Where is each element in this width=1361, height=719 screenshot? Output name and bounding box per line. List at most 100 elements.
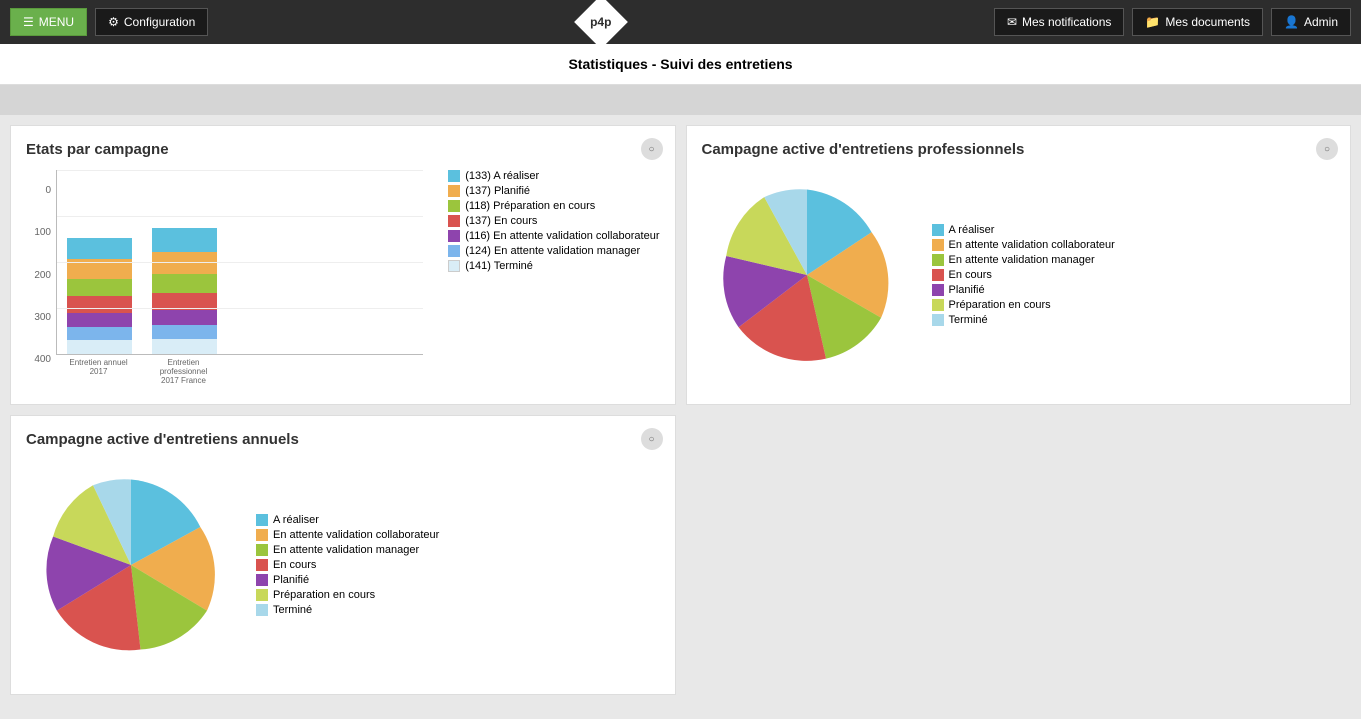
pro-legend-color-attente-mgr bbox=[932, 254, 944, 266]
bar-chart-icon[interactable]: ○ bbox=[641, 138, 663, 160]
legend-color-prep bbox=[448, 200, 460, 212]
documents-icon bbox=[1145, 15, 1160, 29]
bar-segment-prep-1 bbox=[67, 279, 132, 296]
legend-color-cours bbox=[448, 215, 460, 227]
pro-legend-termine: Terminé bbox=[932, 314, 1115, 326]
header-center: p4p bbox=[216, 3, 986, 41]
pro-legend-attente-col: En attente validation collaborateur bbox=[932, 239, 1115, 251]
annuel-legend-color-attente-col bbox=[256, 529, 268, 541]
admin-button[interactable]: Admin bbox=[1271, 8, 1351, 36]
annuel-legend-realiser: A réaliser bbox=[256, 514, 439, 526]
notifications-button[interactable]: Mes notifications bbox=[994, 8, 1124, 36]
annuel-legend-label-termine: Terminé bbox=[273, 604, 312, 616]
annuel-legend-color-prep bbox=[256, 589, 268, 601]
bars-area bbox=[56, 170, 423, 355]
annuel-legend-color-realiser bbox=[256, 514, 268, 526]
bar-segment-attente-mgr-1 bbox=[67, 327, 132, 341]
bar-chart-legend: (133) A réaliser (137) Planifié (118) Pr… bbox=[448, 170, 659, 272]
legend-item-attente-col: (116) En attente validation collaborateu… bbox=[448, 230, 659, 242]
legend-color-termine bbox=[448, 260, 460, 272]
pro-legend-color-attente-col bbox=[932, 239, 944, 251]
pro-legend-attente-mgr: En attente validation manager bbox=[932, 254, 1115, 266]
pro-legend-realiser: A réaliser bbox=[932, 224, 1115, 236]
pie-annuel-chart bbox=[36, 470, 226, 660]
legend-label-attente-mgr: (124) En attente validation manager bbox=[465, 245, 640, 257]
bar-label-2: Entretien professionnel 2017 France bbox=[151, 358, 216, 385]
legend-label-termine: (141) Terminé bbox=[465, 260, 533, 272]
pie-annuel-container: A réaliser En attente validation collabo… bbox=[26, 460, 660, 670]
header: MENU Configuration p4p Mes notifications… bbox=[0, 0, 1361, 44]
annuel-legend-label-attente-col: En attente validation collaborateur bbox=[273, 529, 439, 541]
bar-label-1: Entretien annuel 2017 bbox=[66, 358, 131, 385]
annuel-legend-color-cours bbox=[256, 559, 268, 571]
config-button[interactable]: Configuration bbox=[95, 8, 208, 36]
pie-annuel-card: Campagne active d'entretiens annuels ○ bbox=[10, 415, 676, 695]
pie-pro-card: Campagne active d'entretiens professionn… bbox=[686, 125, 1352, 405]
pro-legend-planifie: Planifié bbox=[932, 284, 1115, 296]
pro-legend-cours: En cours bbox=[932, 269, 1115, 281]
menu-icon bbox=[23, 15, 34, 29]
annuel-legend-attente-mgr: En attente validation manager bbox=[256, 544, 439, 556]
pro-legend-color-planifie bbox=[932, 284, 944, 296]
pro-legend-color-prep bbox=[932, 299, 944, 311]
pie-annuel-legend: A réaliser En attente validation collabo… bbox=[256, 514, 439, 616]
pro-legend-color-cours bbox=[932, 269, 944, 281]
pro-legend-label-attente-col: En attente validation collaborateur bbox=[949, 239, 1115, 251]
legend-color-attente-mgr bbox=[448, 245, 460, 257]
bar-segment-realiser-2 bbox=[152, 228, 217, 252]
legend-color-planifie bbox=[448, 185, 460, 197]
legend-item-realiser: (133) A réaliser bbox=[448, 170, 659, 182]
notifications-label: Mes notifications bbox=[1022, 15, 1111, 29]
legend-item-cours: (137) En cours bbox=[448, 215, 659, 227]
header-right: Mes notifications Mes documents Admin bbox=[994, 8, 1351, 36]
annuel-legend-planifie: Planifié bbox=[256, 574, 439, 586]
x-axis: Entretien annuel 2017 Entretien professi… bbox=[56, 358, 423, 385]
bar-segment-cours-1 bbox=[67, 296, 132, 313]
documents-button[interactable]: Mes documents bbox=[1132, 8, 1263, 36]
pie-pro-icon[interactable]: ○ bbox=[1316, 138, 1338, 160]
pro-legend-label-prep: Préparation en cours bbox=[949, 299, 1051, 311]
legend-item-prep: (118) Préparation en cours bbox=[448, 200, 659, 212]
annuel-legend-color-attente-mgr bbox=[256, 544, 268, 556]
pie-annuel-title: Campagne active d'entretiens annuels bbox=[26, 431, 660, 448]
annuel-legend-label-planifie: Planifié bbox=[273, 574, 309, 586]
bar-stack-1 bbox=[67, 184, 132, 354]
bar-segment-attente-col-2 bbox=[152, 310, 217, 325]
documents-label: Mes documents bbox=[1165, 15, 1250, 29]
annuel-legend-color-planifie bbox=[256, 574, 268, 586]
pro-legend-label-cours: En cours bbox=[949, 269, 992, 281]
main-content: Etats par campagne ○ 400 300 200 100 0 bbox=[0, 115, 1361, 705]
annuel-legend-attente-col: En attente validation collaborateur bbox=[256, 529, 439, 541]
legend-label-cours: (137) En cours bbox=[465, 215, 537, 227]
notifications-icon bbox=[1007, 15, 1017, 29]
bar-segment-attente-col-1 bbox=[67, 313, 132, 327]
pro-legend-label-termine: Terminé bbox=[949, 314, 988, 326]
annuel-legend-label-prep: Préparation en cours bbox=[273, 589, 375, 601]
bar-stack-2 bbox=[152, 184, 217, 354]
legend-label-attente-col: (116) En attente validation collaborateu… bbox=[465, 230, 659, 242]
config-icon bbox=[108, 15, 119, 29]
bar-chart-content: 400 300 200 100 0 bbox=[26, 170, 660, 385]
annuel-legend-termine: Terminé bbox=[256, 604, 439, 616]
menu-label: MENU bbox=[39, 15, 74, 29]
grid-line-100 bbox=[57, 308, 423, 309]
bar-segment-termine-1 bbox=[67, 340, 132, 354]
bar-segment-attente-mgr-2 bbox=[152, 325, 217, 339]
grid-line-200 bbox=[57, 262, 423, 263]
config-label: Configuration bbox=[124, 15, 195, 29]
bar-chart-card: Etats par campagne ○ 400 300 200 100 0 bbox=[10, 125, 676, 405]
menu-button[interactable]: MENU bbox=[10, 8, 87, 36]
admin-label: Admin bbox=[1304, 15, 1338, 29]
pie-annuel-icon[interactable]: ○ bbox=[641, 428, 663, 450]
annuel-legend-color-termine bbox=[256, 604, 268, 616]
pro-legend-color-realiser bbox=[932, 224, 944, 236]
legend-label-realiser: (133) A réaliser bbox=[465, 170, 539, 182]
title-bar: Statistiques - Suivi des entretiens bbox=[0, 44, 1361, 85]
bar-segment-planifie-2 bbox=[152, 252, 217, 274]
grid-line-400 bbox=[57, 170, 423, 171]
pie-pro-chart bbox=[712, 180, 902, 370]
pie-pro-title: Campagne active d'entretiens professionn… bbox=[702, 141, 1336, 158]
logo: p4p bbox=[574, 0, 628, 49]
legend-color-realiser bbox=[448, 170, 460, 182]
legend-color-attente-col bbox=[448, 230, 460, 242]
